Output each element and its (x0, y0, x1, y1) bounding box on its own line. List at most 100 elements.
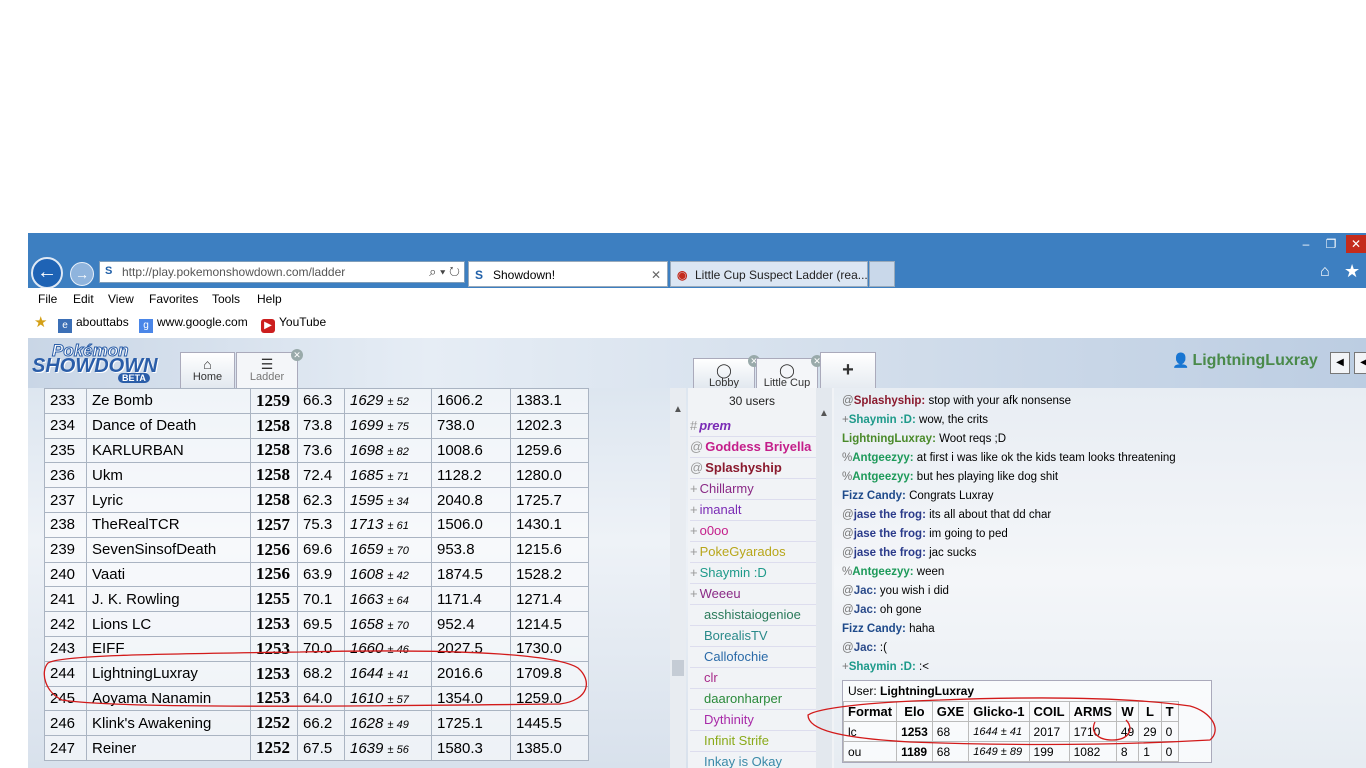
ladder-row[interactable]: 240 Vaati 1256 63.9 1608 ± 42 1874.5 1528.2 (44, 561, 589, 588)
ladder-row[interactable]: 246 Klink's Awakening 1252 66.2 1628 ± 49 172… (44, 710, 589, 737)
fav-google[interactable]: g www.google.com (139, 315, 248, 333)
ladder-row[interactable]: 245 Aoyama Nanamin 1253 64.0 1610 ± 57 1354.0… (44, 685, 589, 712)
name-cell[interactable]: J. K. Rowling (86, 586, 251, 613)
menu-help[interactable]: Help (257, 292, 282, 306)
chat-username[interactable]: Antgeezyy: (852, 452, 913, 464)
user-list-item[interactable]: Infinit Strife (690, 731, 816, 752)
chat-username[interactable]: Shaymin :D: (849, 414, 916, 426)
chat-username[interactable]: Jac: (854, 585, 877, 597)
menu-edit[interactable]: Edit (73, 292, 94, 306)
name-cell[interactable]: LightningLuxray (86, 660, 251, 687)
ladder-row[interactable]: 244 LightningLuxray 1253 68.2 1644 ± 41 2016.… (44, 660, 589, 687)
menu-tools[interactable]: Tools (212, 292, 240, 306)
menu-view[interactable]: View (108, 292, 134, 306)
user-list-item[interactable]: + Chillarmy (690, 479, 816, 500)
chat-username[interactable]: Antgeezyy: (852, 471, 913, 483)
name-cell[interactable]: Ze Bomb (86, 388, 251, 414)
address-bar[interactable]: S http://play.pokemonshowdown.com/ladder… (99, 261, 465, 283)
name-cell[interactable]: Ukm (86, 462, 251, 489)
user-list-item[interactable]: + imanalt (690, 500, 816, 521)
ladder-row[interactable]: 234 Dance of Death 1258 73.8 1699 ± 75 738.0 1… (44, 412, 589, 439)
new-tab-button[interactable] (869, 261, 895, 287)
close-window-icon[interactable]: ✕ (1346, 235, 1366, 253)
home-icon[interactable]: ⌂ (1320, 263, 1330, 281)
tab-ladder[interactable]: ☰ Ladder ✕ (236, 349, 303, 388)
fav-youtube[interactable]: ▶ YouTube (261, 315, 326, 333)
user-list-item[interactable]: @ Goddess Briyella (690, 437, 816, 458)
name-cell[interactable]: Lyric (86, 487, 251, 513)
settings-button[interactable]: ◀ (1354, 352, 1366, 374)
chat-username[interactable]: Jac: (854, 642, 877, 654)
name-cell[interactable]: Dance of Death (86, 412, 251, 439)
tab-little-cup-room[interactable]: ◯ Little Cup ✕ (756, 355, 823, 389)
add-room-button[interactable]: + (820, 352, 876, 388)
ladder-row[interactable]: 238 TheRealTCR 1257 75.3 1713 ± 61 1506.0 1430… (44, 511, 589, 538)
name-cell[interactable]: Vaati (86, 561, 251, 588)
scroll-up-icon[interactable]: ▲ (673, 404, 683, 415)
forward-icon[interactable]: → (70, 262, 94, 286)
scroll-up-icon[interactable]: ▲ (819, 408, 829, 419)
sound-button[interactable]: ◀ (1330, 352, 1350, 374)
ladder-row[interactable]: 247 Reiner 1252 67.5 1639 ± 56 1580.3 1385.0 (44, 735, 589, 761)
user-list-item[interactable]: + o0oo (690, 521, 816, 542)
scroll-thumb[interactable] (672, 660, 684, 676)
ladder-row[interactable]: 235 KARLURBAN 1258 73.6 1698 ± 82 1008.6 1259.… (44, 437, 589, 464)
ladder-row[interactable]: 239 SevenSinsofDeath 1256 69.6 1659 ± 70 953.… (44, 536, 589, 563)
close-icon[interactable]: ✕ (291, 349, 303, 361)
name-cell[interactable]: TheRealTCR (86, 511, 251, 538)
name-cell[interactable]: KARLURBAN (86, 437, 251, 464)
chat-username[interactable]: jase the frog: (854, 509, 926, 521)
userlist-scrollbar[interactable]: ▲ (816, 388, 832, 768)
ladder-row[interactable]: 242 Lions LC 1253 69.5 1658 ± 70 952.4 1214.5 (44, 611, 589, 637)
user-list-item[interactable]: + Shaymin :D (690, 563, 816, 584)
ladder-row[interactable]: 233 Ze Bomb 1259 66.3 1629 ± 52 1606.2 1383.1 (44, 388, 589, 414)
user-list-item[interactable]: Callofochie (690, 647, 816, 668)
name-cell[interactable]: Aoyama Nanamin (86, 685, 251, 712)
tab-little-cup[interactable]: ◉ Little Cup Suspect Ladder (rea... (670, 261, 868, 287)
menu-favorites[interactable]: Favorites (149, 292, 198, 306)
username-display[interactable]: 👤 LightningLuxray (1172, 352, 1318, 370)
chat-username[interactable]: Splashyship: (854, 395, 926, 407)
user-list-item[interactable]: # prem (690, 416, 816, 437)
favorites-star-icon[interactable]: ★ (1344, 261, 1360, 282)
close-tab-icon[interactable]: ✕ (651, 262, 661, 286)
chat-username[interactable]: Fizz Candy: (842, 623, 906, 635)
chat-username[interactable]: Jac: (854, 604, 877, 616)
name-cell[interactable]: SevenSinsofDeath (86, 536, 251, 563)
ladder-row[interactable]: 243 EIFF 1253 70.0 1660 ± 46 2027.5 1730.0 (44, 635, 589, 662)
maximize-icon[interactable]: ❐ (1321, 235, 1341, 253)
user-list-item[interactable]: daaronharper (690, 689, 816, 710)
user-list-item[interactable]: BorealisTV (690, 626, 816, 647)
user-list-item[interactable]: + Weeeu (690, 584, 816, 605)
name-cell[interactable]: Reiner (86, 735, 251, 761)
chat-username[interactable]: Fizz Candy: (842, 490, 906, 502)
chat-username[interactable]: jase the frog: (854, 528, 926, 540)
fav-abouttabs[interactable]: e abouttabs (58, 315, 129, 333)
user-list-item[interactable]: @ Splashyship (690, 458, 816, 479)
chat-username[interactable]: Antgeezyy: (852, 566, 913, 578)
tab-home[interactable]: ⌂ Home (180, 352, 235, 388)
menu-file[interactable]: File (38, 292, 57, 306)
name-cell[interactable]: Lions LC (86, 611, 251, 637)
name-cell[interactable]: EIFF (86, 635, 251, 662)
search-refresh-icon[interactable]: ⌕ ▾ ↻ (429, 262, 460, 282)
user-list-item[interactable]: Dythinity (690, 710, 816, 731)
add-favorite-icon[interactable]: ★ (34, 313, 47, 331)
chat-username[interactable]: jase the frog: (854, 547, 926, 559)
ladder-row[interactable]: 241 J. K. Rowling 1255 70.1 1663 ± 64 1171.4 1… (44, 586, 589, 613)
user-list-item[interactable]: clr (690, 668, 816, 689)
showdown-logo[interactable]: Pokémon SHOWDOWN BETA (30, 340, 175, 384)
user-list-item[interactable]: asshistaiogenioe (690, 605, 816, 626)
ladder-row[interactable]: 236 Ukm 1258 72.4 1685 ± 71 1128.2 1280.0 (44, 462, 589, 489)
tab-showdown[interactable]: S Showdown! ✕ (468, 261, 668, 287)
tab-lobby[interactable]: ◯ Lobby ✕ (693, 355, 760, 389)
user-list-item[interactable]: Inkay is Okay (690, 752, 816, 768)
user-list-item[interactable]: + PokeGyarados (690, 542, 816, 563)
back-icon[interactable]: ← (31, 257, 63, 289)
name-cell[interactable]: Klink's Awakening (86, 710, 251, 737)
ladder-row[interactable]: 237 Lyric 1258 62.3 1595 ± 34 2040.8 1725.7 (44, 487, 589, 513)
chat-username[interactable]: Shaymin :D: (849, 661, 916, 673)
minimize-icon[interactable]: – (1296, 235, 1316, 253)
chat-username[interactable]: LightningLuxray: (842, 433, 936, 445)
ladder-scrollbar[interactable]: ▲ (670, 388, 686, 768)
